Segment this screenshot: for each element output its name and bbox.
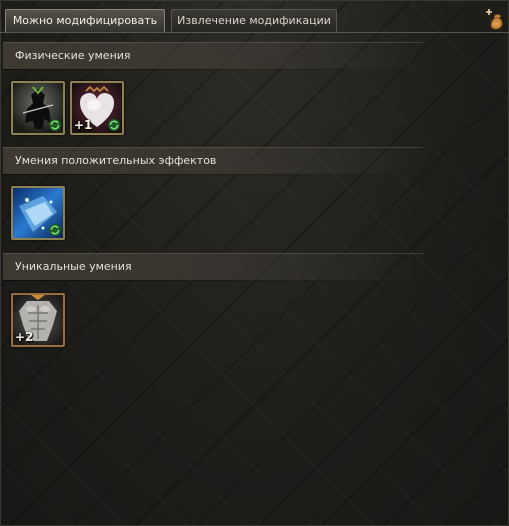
section-header-buffs: Умения положительных эффектов — [3, 147, 423, 175]
add-sack-icon[interactable] — [485, 8, 505, 30]
tab-can-modify[interactable]: Можно модифицировать — [5, 9, 165, 32]
section-header-unique: Уникальные умения — [3, 253, 423, 281]
skill-ice-crystal[interactable] — [11, 186, 65, 240]
skill-muscle-torso[interactable]: +2 — [11, 293, 65, 347]
section-title-buffs: Умения положительных эффектов — [15, 154, 217, 167]
refresh-icon — [108, 119, 120, 131]
section-title-physical: Физические умения — [15, 49, 131, 62]
skill-level: +1 — [74, 118, 93, 132]
refresh-icon — [49, 224, 61, 236]
section-header-physical: Физические умения — [3, 42, 423, 70]
tab-bar: Можно модифицировать Извлечение модифика… — [0, 0, 509, 33]
skill-level: +2 — [15, 330, 34, 344]
tab-underline — [0, 32, 509, 33]
tab-extract-modification[interactable]: Извлечение модификации — [171, 9, 337, 32]
section-title-unique: Уникальные умения — [15, 260, 132, 273]
skill-dark-warrior[interactable] — [11, 81, 65, 135]
refresh-icon — [49, 119, 61, 131]
skill-heart-shield[interactable]: +1 — [70, 81, 124, 135]
